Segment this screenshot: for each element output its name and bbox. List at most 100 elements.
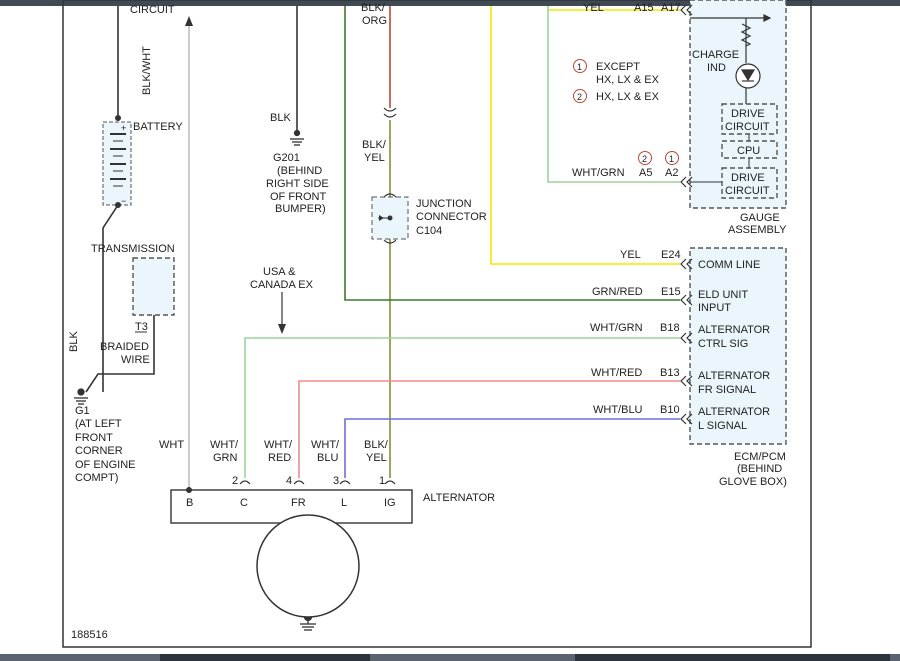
pin-note-2-num: 2 <box>642 154 647 164</box>
label-wire-fr-1: WHT/ <box>264 439 293 451</box>
wiring-diagram: + − CIRCUIT BLK/WHT BATTERY BLK G201 (BE… <box>62 0 812 648</box>
label-pin1: 1 <box>379 475 385 487</box>
wire-wht-red-fr <box>298 380 680 478</box>
wire-blk-battery-ground <box>102 204 119 392</box>
label-pin-b18: B18 <box>660 322 680 334</box>
label-ecm-1: ECM/PCM <box>734 451 786 463</box>
label-yel-top: YEL <box>583 2 604 14</box>
svg-text:OF ENGINE: OF ENGINE <box>75 459 136 471</box>
label-wht-blu-b10: WHT/BLU <box>593 404 643 416</box>
label-blk-wht: BLK/WHT <box>141 46 153 95</box>
label-term-b: B <box>186 497 193 509</box>
svg-text:+: + <box>121 123 126 133</box>
label-transmission: TRANSMISSION <box>91 243 175 255</box>
legend-2-num: 2 <box>577 92 582 102</box>
window-bottom-bar <box>0 654 900 661</box>
svg-text:(BEHIND: (BEHIND <box>277 165 322 177</box>
wire-yel-comm <box>490 6 680 265</box>
label-eld-2: INPUT <box>698 302 731 314</box>
label-pin3: 3 <box>333 475 339 487</box>
label-wire-l-2: BLU <box>317 452 338 464</box>
label-term-fr: FR <box>291 497 306 509</box>
svg-text:G1: G1 <box>75 405 90 417</box>
label-pin-a17: A17 <box>661 2 681 14</box>
legend-1-text-2: HX, LX & EX <box>596 74 660 86</box>
label-junction-3: C104 <box>416 225 442 237</box>
label-alt-ctrl-1: ALTERNATOR <box>698 324 770 336</box>
svg-text:(AT LEFT: (AT LEFT <box>75 418 122 430</box>
label-braided-1: BRAIDED <box>100 341 149 353</box>
figure-id: 188516 <box>71 629 108 641</box>
label-term-l: L <box>341 497 347 509</box>
ground-g201-icon <box>290 129 304 146</box>
label-ecm-3: GLOVE BOX) <box>719 476 787 488</box>
inline-connector-icon <box>383 107 397 118</box>
alternator-body-icon <box>256 514 360 618</box>
label-wire-fr-2: RED <box>268 452 291 464</box>
battery-icon: + − <box>102 115 132 208</box>
svg-text:BUMPER): BUMPER) <box>275 203 326 215</box>
label-gauge-2: ASSEMBLY <box>728 224 787 236</box>
label-pin-b10: B10 <box>660 404 680 416</box>
svg-text:COMPT): COMPT) <box>75 472 118 484</box>
label-blk-org-2: ORG <box>362 15 387 27</box>
label-cpu: CPU <box>737 145 760 157</box>
label-pin-a2: A2 <box>665 167 678 179</box>
label-charge-1: CHARGE <box>692 49 739 61</box>
label-junction-1: JUNCTION <box>416 198 472 210</box>
legend-1-num: 1 <box>577 62 582 72</box>
label-pin-a15: A15 <box>634 2 654 14</box>
label-usa-1: USA & <box>263 266 296 278</box>
label-term-c: C <box>240 497 248 509</box>
label-blk-g201: BLK <box>270 112 291 124</box>
label-wht-red-b13: WHT/RED <box>591 367 642 379</box>
label-pin-b13: B13 <box>660 367 680 379</box>
label-yel-e24: YEL <box>620 249 641 261</box>
label-drive-2b: CIRCUIT <box>725 185 770 197</box>
label-drive-1a: DRIVE <box>731 108 765 120</box>
legend-1-text-1: EXCEPT <box>596 61 640 73</box>
label-drive-2a: DRIVE <box>731 172 765 184</box>
label-wht-grn-b18: WHT/GRN <box>590 322 643 334</box>
label-blk-org-1: BLK/ <box>361 2 386 14</box>
label-alt-ctrl-2: CTRL SIG <box>698 338 748 350</box>
label-g1: G1 (AT LEFT FRONT CORNER OF ENGINE COMPT… <box>75 405 136 484</box>
svg-text:OF FRONT: OF FRONT <box>270 191 326 203</box>
label-wht: WHT <box>159 439 184 451</box>
svg-text:RIGHT SIDE: RIGHT SIDE <box>266 178 329 190</box>
label-wire-l-1: WHT/ <box>311 439 340 451</box>
label-g201: G201 (BEHIND RIGHT SIDE OF FRONT BUMPER) <box>266 152 329 215</box>
label-pin-e24: E24 <box>661 249 681 261</box>
label-alternator: ALTERNATOR <box>423 492 495 504</box>
svg-text:CORNER: CORNER <box>75 445 123 457</box>
label-charge-2: IND <box>707 62 726 74</box>
svg-text:FRONT: FRONT <box>75 432 113 444</box>
label-eld-1: ELD UNIT <box>698 289 748 301</box>
label-grn-red: GRN/RED <box>592 286 643 298</box>
label-alt-fr-1: ALTERNATOR <box>698 370 770 382</box>
label-wire-c-1: WHT/ <box>210 439 239 451</box>
label-pin4: 4 <box>286 475 292 487</box>
svg-text:G201: G201 <box>273 152 300 164</box>
label-pin-a5: A5 <box>639 167 652 179</box>
label-battery: BATTERY <box>133 121 183 133</box>
label-term-ig: IG <box>384 497 396 509</box>
wire-wht-blu-l <box>344 418 680 478</box>
label-gauge-1: GAUGE <box>740 212 780 224</box>
label-blk-yel-mid-2: YEL <box>364 152 385 164</box>
label-pin2: 2 <box>232 475 238 487</box>
label-circuit: CIRCUIT <box>130 4 175 16</box>
label-alt-l-1: ALTERNATOR <box>698 406 770 418</box>
label-wht-grn-top: WHT/GRN <box>572 167 625 179</box>
arrow-up-icon <box>185 16 193 26</box>
label-blk-left: BLK <box>68 331 80 352</box>
junction-connector-c104-icon <box>371 193 409 244</box>
label-junction-2: CONNECTOR <box>416 211 487 223</box>
legend-2-text: HX, LX & EX <box>596 91 660 103</box>
label-usa-2: CANADA EX <box>250 279 314 291</box>
label-wire-c-2: GRN <box>213 452 238 464</box>
transmission-box <box>132 257 175 316</box>
label-ecm-2: (BEHIND <box>737 463 782 475</box>
label-t3: T3 <box>135 321 148 333</box>
label-pin-e15: E15 <box>661 286 681 298</box>
